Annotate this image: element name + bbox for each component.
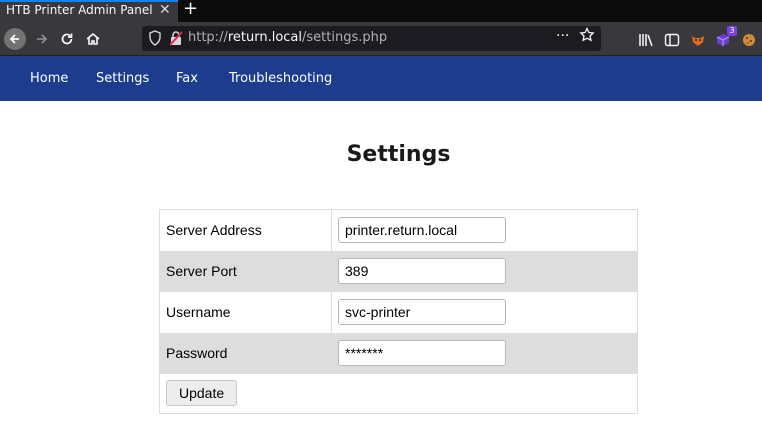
bookmark-star-icon[interactable] bbox=[579, 26, 595, 47]
username-input[interactable] bbox=[338, 299, 506, 325]
sidebar-icon[interactable] bbox=[664, 32, 680, 48]
password-label: Password bbox=[159, 332, 332, 374]
nav-home-link[interactable]: Home bbox=[30, 71, 68, 86]
url-path: /settings.php bbox=[302, 30, 388, 45]
server-port-label: Server Port bbox=[159, 250, 332, 292]
insecure-lock-icon[interactable] bbox=[169, 30, 183, 46]
nav-settings-link[interactable]: Settings bbox=[96, 71, 149, 86]
password-input[interactable] bbox=[338, 340, 506, 366]
url-bar[interactable]: http://return.local/settings.php ··· bbox=[142, 26, 601, 51]
page-actions-icon[interactable]: ··· bbox=[556, 28, 569, 44]
tab-title: HTB Printer Admin Panel bbox=[6, 3, 153, 17]
library-icon[interactable] bbox=[638, 32, 654, 48]
shield-icon[interactable] bbox=[148, 30, 162, 46]
table-row: Username bbox=[159, 291, 638, 333]
table-row: Update bbox=[160, 374, 638, 414]
extension-cookie-icon[interactable] bbox=[741, 32, 757, 48]
extension-fox-icon[interactable] bbox=[690, 32, 706, 48]
nav-troubleshooting-link[interactable]: Troubleshooting bbox=[229, 71, 332, 86]
back-arrow-icon[interactable] bbox=[4, 28, 26, 50]
url-host: return.local bbox=[227, 30, 303, 45]
close-tab-icon[interactable]: ✕ bbox=[159, 2, 171, 18]
extension-badge: 3 bbox=[727, 26, 737, 36]
table-row: Server Address bbox=[159, 209, 638, 251]
home-icon[interactable] bbox=[82, 28, 104, 50]
url-text[interactable]: http://return.local/settings.php bbox=[188, 30, 387, 45]
server-address-label: Server Address bbox=[159, 209, 332, 251]
update-button[interactable]: Update bbox=[166, 380, 238, 407]
table-row: Server Port bbox=[159, 250, 638, 292]
tab-bar: HTB Printer Admin Panel ✕ + bbox=[0, 0, 762, 22]
reload-icon[interactable] bbox=[56, 28, 78, 50]
server-port-input[interactable] bbox=[338, 258, 506, 284]
forward-arrow-icon[interactable] bbox=[31, 28, 53, 50]
username-label: Username bbox=[159, 291, 332, 333]
url-prefix: http:// bbox=[188, 30, 228, 45]
browser-toolbar: http://return.local/settings.php ··· 3 bbox=[0, 22, 762, 56]
server-address-input[interactable] bbox=[338, 217, 506, 244]
table-row: Password bbox=[159, 332, 638, 374]
new-tab-icon[interactable]: + bbox=[183, 0, 198, 19]
page-title: Settings bbox=[346, 142, 451, 167]
nav-fax-link[interactable]: Fax bbox=[176, 71, 198, 86]
browser-tab[interactable]: HTB Printer Admin Panel ✕ bbox=[0, 0, 178, 22]
settings-form-table: Server Address Server Port Username Pass… bbox=[159, 209, 638, 414]
site-navbar: Home Settings Fax Troubleshooting bbox=[0, 56, 762, 101]
